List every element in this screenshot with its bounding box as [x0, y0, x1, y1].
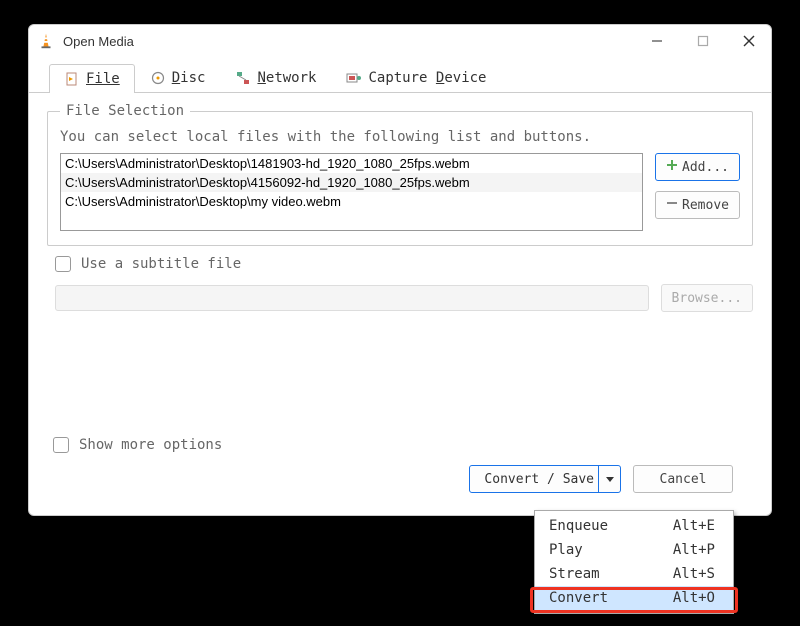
tab-file-label: File: [86, 71, 120, 87]
tab-network-label: Network: [257, 70, 316, 86]
menu-item-stream[interactable]: Stream Alt+S: [535, 562, 733, 586]
window-buttons: [643, 27, 763, 55]
tab-capture-label: Capture Device: [368, 70, 486, 86]
content-area: File Selection You can select local file…: [29, 93, 771, 515]
file-selection-hint: You can select local files with the foll…: [60, 129, 740, 145]
list-item[interactable]: C:\Users\Administrator\Desktop\my video.…: [61, 192, 642, 211]
subtitle-checkbox[interactable]: [55, 256, 71, 272]
menu-item-label: Play: [549, 540, 583, 560]
file-selection-group: File Selection You can select local file…: [47, 103, 753, 246]
cancel-button[interactable]: Cancel: [633, 465, 733, 493]
convert-save-label: Convert / Save: [484, 472, 594, 487]
menu-item-label: Stream: [549, 564, 600, 584]
menu-item-accel: Alt+S: [673, 564, 715, 584]
remove-button[interactable]: Remove: [655, 191, 740, 219]
menu-item-convert[interactable]: Convert Alt+O: [535, 586, 733, 610]
menu-item-accel: Alt+O: [673, 588, 715, 608]
dropdown-arrow-icon[interactable]: [598, 466, 620, 492]
file-selection-legend: File Selection: [60, 103, 190, 119]
footer-buttons: Convert / Save Cancel: [47, 465, 753, 507]
file-list[interactable]: C:\Users\Administrator\Desktop\1481903-h…: [60, 153, 643, 231]
plus-icon: [666, 159, 678, 175]
open-media-window: Open Media File Disc Network Capture Dev…: [28, 24, 772, 516]
menu-item-accel: Alt+E: [673, 516, 715, 536]
list-item[interactable]: C:\Users\Administrator\Desktop\4156092-h…: [61, 173, 642, 192]
tabstrip: File Disc Network Capture Device: [29, 57, 771, 93]
menu-item-enqueue[interactable]: Enqueue Alt+E: [535, 514, 733, 538]
menu-item-accel: Alt+P: [673, 540, 715, 560]
titlebar: Open Media: [29, 25, 771, 57]
subtitle-row: Use a subtitle file: [47, 256, 753, 272]
tab-disc[interactable]: Disc: [135, 63, 221, 92]
subtitle-browse-row: Browse...: [47, 284, 753, 312]
maximize-button[interactable]: [689, 27, 717, 55]
file-icon: [64, 71, 80, 87]
close-button[interactable]: [735, 27, 763, 55]
more-options-checkbox[interactable]: [53, 437, 69, 453]
list-item[interactable]: C:\Users\Administrator\Desktop\1481903-h…: [61, 154, 642, 173]
tab-disc-label: Disc: [172, 70, 206, 86]
tab-capture[interactable]: Capture Device: [331, 63, 501, 92]
subtitle-label: Use a subtitle file: [81, 256, 241, 272]
more-options-label: Show more options: [79, 437, 222, 453]
menu-item-label: Enqueue: [549, 516, 608, 536]
window-title: Open Media: [63, 34, 643, 49]
tab-file[interactable]: File: [49, 64, 135, 93]
network-icon: [235, 70, 251, 86]
convert-save-button[interactable]: Convert / Save: [469, 465, 621, 493]
add-button[interactable]: Add...: [655, 153, 740, 181]
capture-icon: [346, 70, 362, 86]
minimize-button[interactable]: [643, 27, 671, 55]
menu-item-label: Convert: [549, 588, 608, 608]
minus-icon: [666, 197, 678, 213]
convert-dropdown-menu: Enqueue Alt+E Play Alt+P Stream Alt+S Co…: [534, 510, 734, 614]
vlc-cone-icon: [37, 32, 55, 50]
add-button-label: Add...: [682, 160, 729, 175]
disc-icon: [150, 70, 166, 86]
remove-button-label: Remove: [682, 198, 729, 213]
more-options-row: Show more options: [47, 437, 753, 465]
subtitle-path-input: [55, 285, 649, 311]
menu-item-play[interactable]: Play Alt+P: [535, 538, 733, 562]
tab-network[interactable]: Network: [220, 63, 331, 92]
browse-button: Browse...: [661, 284, 753, 312]
